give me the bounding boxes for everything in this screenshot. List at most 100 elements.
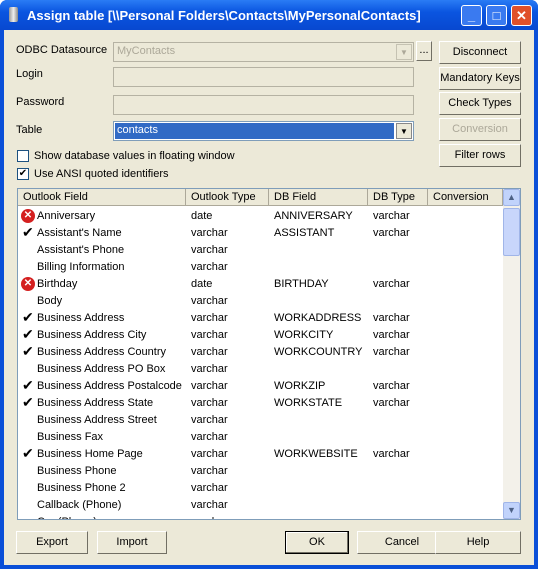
conversion-cell[interactable] <box>428 242 503 259</box>
db-field-cell[interactable]: WORKCITY <box>269 327 368 344</box>
table-row[interactable]: ✔ Business Address Postalcode varchar WOR… <box>18 378 503 395</box>
db-field-cell[interactable] <box>269 514 368 519</box>
mandatory-keys-button[interactable]: Mandatory Keys <box>439 67 521 90</box>
conversion-cell[interactable] <box>428 378 503 395</box>
error-icon: ✕ <box>21 209 35 223</box>
db-type-cell <box>368 293 428 310</box>
outlook-type-cell: varchar <box>191 397 228 409</box>
maximize-button[interactable]: □ <box>486 5 507 26</box>
check-types-button[interactable]: Check Types <box>439 92 521 115</box>
db-field-cell[interactable] <box>269 412 368 429</box>
column-header[interactable]: Outlook Type <box>186 189 269 205</box>
conversion-cell[interactable] <box>428 259 503 276</box>
scroll-thumb[interactable] <box>503 208 520 256</box>
show-floating-checkbox[interactable] <box>17 150 29 162</box>
db-field-cell[interactable] <box>269 361 368 378</box>
table-value: contacts <box>115 123 394 139</box>
table-row[interactable]: Business Fax varchar <box>18 429 503 446</box>
conversion-button[interactable]: Conversion <box>439 118 521 141</box>
field-mapping-table[interactable]: Outlook Field Outlook Type DB Field DB T… <box>17 188 521 520</box>
table-row[interactable]: Business Address PO Box varchar <box>18 361 503 378</box>
vertical-scrollbar[interactable]: ▲ ▼ <box>503 189 520 519</box>
conversion-cell[interactable] <box>428 344 503 361</box>
table-row[interactable]: Car (Phone) varchar <box>18 514 503 519</box>
table-row[interactable]: Body varchar <box>18 293 503 310</box>
db-field-cell[interactable] <box>269 497 368 514</box>
ok-button[interactable]: OK <box>285 531 349 554</box>
table-row[interactable]: Callback (Phone) varchar <box>18 497 503 514</box>
column-header[interactable]: Conversion <box>428 189 503 205</box>
conversion-cell[interactable] <box>428 514 503 519</box>
db-field-cell[interactable] <box>269 242 368 259</box>
table-row[interactable]: ✔ Business Address State varchar WORKSTAT… <box>18 395 503 412</box>
db-type-cell: varchar <box>373 278 410 290</box>
cancel-button[interactable]: Cancel <box>357 531 447 554</box>
conversion-cell[interactable] <box>428 327 503 344</box>
table-row[interactable]: Business Phone 2 varchar <box>18 480 503 497</box>
conversion-cell[interactable] <box>428 497 503 514</box>
column-header[interactable]: Outlook Field <box>18 189 186 205</box>
ansi-checkbox[interactable]: ✔ <box>17 168 29 180</box>
scroll-down-icon[interactable]: ▼ <box>503 502 520 519</box>
table-row[interactable]: ✔ Business Home Page varchar WORKWEBSITE … <box>18 446 503 463</box>
table-row[interactable]: ✔ Business Address varchar WORKADDRESS va… <box>18 310 503 327</box>
outlook-type-cell: varchar <box>191 363 228 375</box>
db-field-cell[interactable] <box>269 480 368 497</box>
outlook-field: Business Phone <box>37 465 117 477</box>
outlook-field-cell: Billing Information <box>18 259 186 276</box>
table-row[interactable]: ✔ Business Address Country varchar WORKCO… <box>18 344 503 361</box>
db-field-cell[interactable]: WORKCOUNTRY <box>269 344 368 361</box>
chevron-down-icon[interactable]: ▼ <box>396 44 412 60</box>
export-button[interactable]: Export <box>16 531 88 554</box>
db-type-cell <box>368 259 428 276</box>
db-field-cell[interactable] <box>269 463 368 480</box>
disconnect-button[interactable]: Disconnect <box>439 41 521 64</box>
conversion-cell[interactable] <box>428 412 503 429</box>
db-field-cell[interactable]: ASSISTANT <box>269 225 368 242</box>
table-row[interactable]: ✕ Birthday date BIRTHDAY varchar <box>18 276 503 293</box>
db-field-cell[interactable]: WORKWEBSITE <box>269 446 368 463</box>
browse-button[interactable]: ... <box>416 41 432 61</box>
minimize-button[interactable]: _ <box>461 5 482 26</box>
db-field-cell[interactable]: WORKZIP <box>269 378 368 395</box>
outlook-field: Assistant's Name <box>37 227 122 239</box>
login-input[interactable] <box>113 67 414 87</box>
odbc-datasource-select[interactable]: MyContacts ▼ <box>113 42 414 62</box>
filter-rows-button[interactable]: Filter rows <box>439 144 521 167</box>
db-field-cell[interactable]: WORKSTATE <box>269 395 368 412</box>
conversion-cell[interactable] <box>428 480 503 497</box>
db-field-cell[interactable] <box>269 259 368 276</box>
table-row[interactable]: ✕ Anniversary date ANNIVERSARY varchar <box>18 208 503 225</box>
db-field-cell[interactable]: ANNIVERSARY <box>269 208 368 225</box>
table-row[interactable]: Business Address Street varchar <box>18 412 503 429</box>
table-row[interactable]: ✔ Business Address City varchar WORKCITY … <box>18 327 503 344</box>
conversion-cell[interactable] <box>428 208 503 225</box>
column-header[interactable]: DB Type <box>368 189 428 205</box>
chevron-down-icon[interactable]: ▼ <box>396 123 412 139</box>
table-row[interactable]: Business Phone varchar <box>18 463 503 480</box>
show-floating-label: Show database values in floating window <box>34 150 235 162</box>
conversion-cell[interactable] <box>428 310 503 327</box>
db-field-cell[interactable]: BIRTHDAY <box>269 276 368 293</box>
scroll-up-icon[interactable]: ▲ <box>503 189 520 206</box>
db-field-cell[interactable] <box>269 293 368 310</box>
close-button[interactable]: ✕ <box>511 5 532 26</box>
column-header[interactable]: DB Field <box>269 189 368 205</box>
table-select[interactable]: contacts ▼ <box>113 121 414 141</box>
password-input[interactable] <box>113 95 414 115</box>
db-field-cell[interactable]: WORKADDRESS <box>269 310 368 327</box>
table-row[interactable]: Billing Information varchar <box>18 259 503 276</box>
conversion-cell[interactable] <box>428 463 503 480</box>
conversion-cell[interactable] <box>428 225 503 242</box>
conversion-cell[interactable] <box>428 446 503 463</box>
table-row[interactable]: Assistant's Phone varchar <box>18 242 503 259</box>
table-row[interactable]: ✔ Assistant's Name varchar ASSISTANT varc… <box>18 225 503 242</box>
conversion-cell[interactable] <box>428 361 503 378</box>
db-field-cell[interactable] <box>269 429 368 446</box>
import-button[interactable]: Import <box>97 531 167 554</box>
conversion-cell[interactable] <box>428 429 503 446</box>
conversion-cell[interactable] <box>428 395 503 412</box>
conversion-cell[interactable] <box>428 293 503 310</box>
conversion-cell[interactable] <box>428 276 503 293</box>
help-button[interactable]: Help <box>435 531 521 554</box>
